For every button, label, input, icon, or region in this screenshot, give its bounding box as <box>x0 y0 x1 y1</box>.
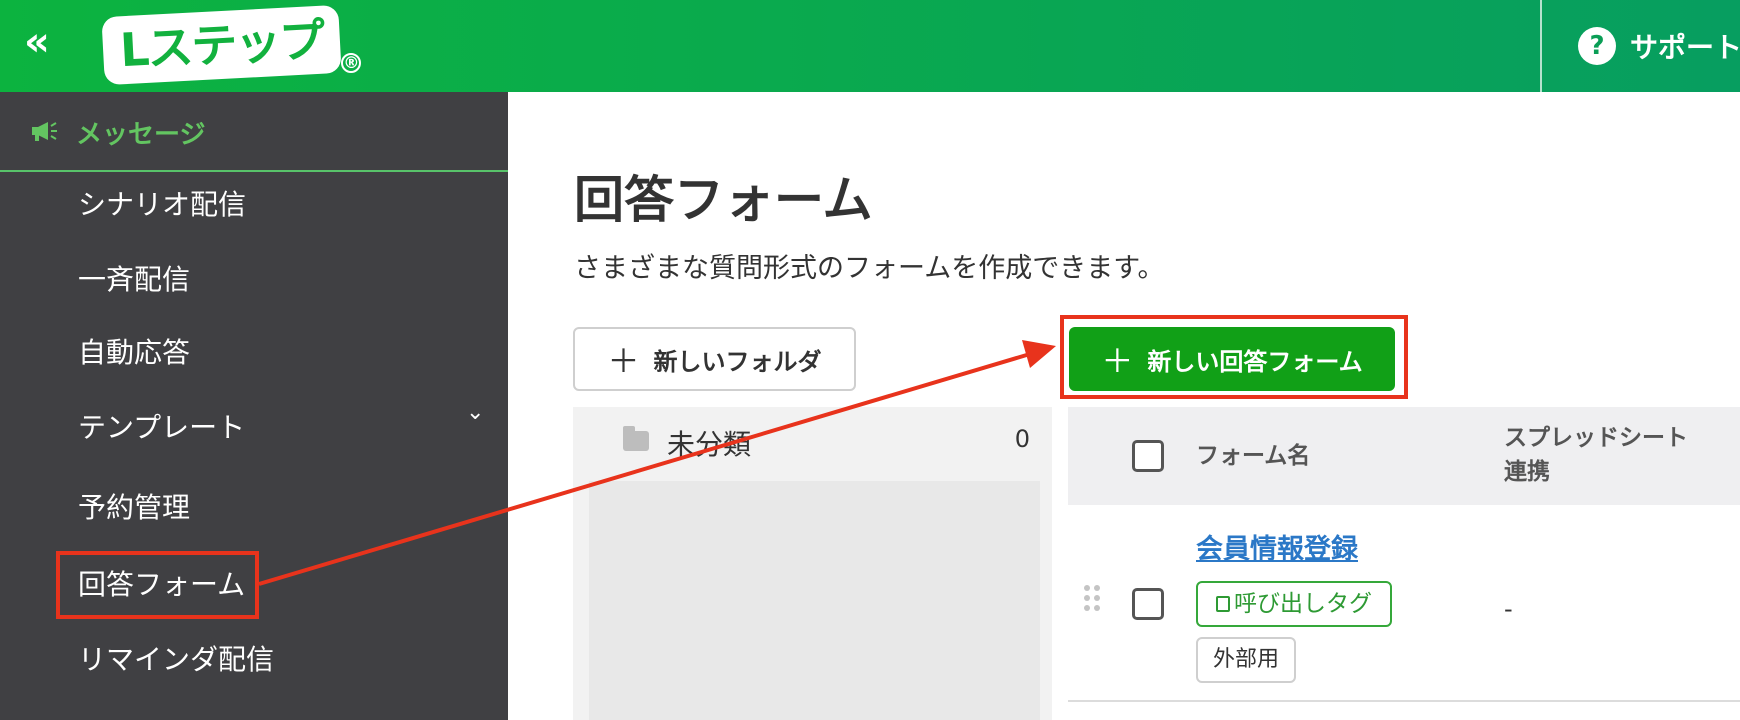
sidebar-item-auto-reply[interactable]: 自動応答 <box>78 333 190 373</box>
form-name-link[interactable]: 会員情報登録 <box>1196 527 1358 566</box>
sidebar-item-template[interactable]: テンプレート <box>78 408 245 448</box>
new-form-label: 新しい回答フォーム <box>1147 347 1363 376</box>
column-spreadsheet-line1: スプレッドシート <box>1504 425 1688 451</box>
folder-drop-area <box>589 481 1040 720</box>
copy-icon <box>1216 596 1230 612</box>
drag-handle-icon[interactable] <box>1084 585 1106 615</box>
row-checkbox[interactable] <box>1132 588 1164 620</box>
header-divider <box>1540 0 1542 92</box>
collapse-sidebar-icon[interactable]: « <box>24 22 64 66</box>
plus-icon: ＋ <box>607 342 640 380</box>
sidebar: メッセージ <box>0 92 508 720</box>
help-icon: ? <box>1578 27 1616 65</box>
sidebar-item-scenario[interactable]: シナリオ配信 <box>78 185 246 225</box>
support-button[interactable]: ? サポート <box>1578 26 1740 66</box>
sidebar-item-broadcast[interactable]: 一斉配信 <box>78 260 190 300</box>
page-title: 回答フォーム <box>574 171 873 229</box>
new-form-button[interactable]: ＋ 新しい回答フォーム <box>1069 327 1395 391</box>
table-header: フォーム名 スプレッドシート 連携 <box>1068 407 1740 505</box>
external-use-button[interactable]: 外部用 <box>1196 637 1297 683</box>
column-spreadsheet: スプレッドシート 連携 <box>1504 421 1688 489</box>
sidebar-section-label: メッセージ <box>76 120 206 150</box>
folder-panel: 未分類 0 <box>573 407 1052 720</box>
spreadsheet-status: - <box>1504 595 1513 623</box>
sidebar-item-reservation[interactable]: 予約管理 <box>78 488 190 528</box>
call-tag-button[interactable]: 呼び出しタグ <box>1196 581 1392 627</box>
chevron-down-icon[interactable]: ⌄ <box>466 400 484 425</box>
lstep-logo[interactable]: Lステップ ® <box>104 7 362 83</box>
megaphone-icon <box>32 122 57 141</box>
folder-count: 0 <box>1014 425 1030 453</box>
plus-icon: ＋ <box>1101 342 1134 380</box>
support-label: サポート <box>1630 31 1740 64</box>
column-form-name: フォーム名 <box>1196 443 1311 469</box>
sidebar-section-message[interactable]: メッセージ <box>0 92 508 172</box>
table-row: 会員情報登録 呼び出しタグ 外部用 - <box>1068 505 1740 702</box>
registered-mark: ® <box>341 53 362 73</box>
column-spreadsheet-line2: 連携 <box>1504 459 1550 485</box>
logo-wordmark: Lステップ <box>104 7 339 83</box>
sidebar-item-reminder[interactable]: リマインダ配信 <box>78 640 274 680</box>
call-tag-label: 呼び出しタグ <box>1234 591 1372 617</box>
new-folder-button[interactable]: ＋ 新しいフォルダ <box>573 327 856 391</box>
highlight-box-sidebar <box>56 551 259 619</box>
folder-name: 未分類 <box>667 428 752 461</box>
top-header: « Lステップ ® ? サポート <box>0 0 1740 92</box>
folder-icon <box>623 426 649 451</box>
folder-item-uncategorized[interactable]: 未分類 0 <box>573 421 1052 465</box>
select-all-checkbox[interactable] <box>1132 440 1164 472</box>
new-folder-label: 新しいフォルダ <box>653 347 822 376</box>
page-subtitle: さまざまな質問形式のフォームを作成できます。 <box>574 253 1165 284</box>
